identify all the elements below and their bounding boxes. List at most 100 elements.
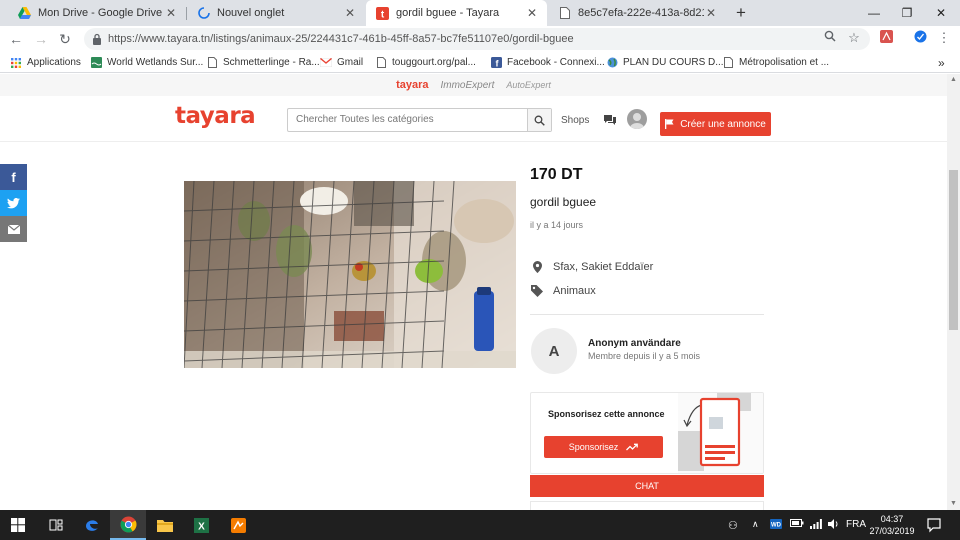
scroll-up-icon[interactable]: ▲: [947, 74, 960, 86]
search-icon: [534, 115, 545, 126]
input-language[interactable]: FRA: [846, 519, 866, 530]
listing-price: 170 DT: [530, 166, 583, 183]
tab-close-icon[interactable]: ✕: [704, 6, 718, 20]
notification-center-icon[interactable]: [926, 517, 942, 533]
excel-icon: X: [193, 517, 209, 533]
scroll-thumb[interactable]: [949, 170, 958, 330]
app-orange-icon: [230, 517, 246, 533]
reload-button[interactable]: ↻: [56, 30, 74, 48]
show-hidden-icons[interactable]: ∧: [752, 519, 759, 530]
bookmark-gmail[interactable]: Gmail: [320, 55, 363, 70]
bookmark-world-wetlands[interactable]: World Wetlands Sur...: [90, 55, 203, 70]
wd-tray-icon[interactable]: WD: [770, 519, 782, 532]
user-avatar[interactable]: [627, 109, 647, 129]
bookmark-facebook[interactable]: f Facebook - Connexi...: [490, 55, 605, 70]
browser-tab-bar: Mon Drive - Google Drive ✕ Nouvel onglet…: [0, 0, 960, 26]
taskbar-edge[interactable]: [74, 510, 110, 540]
tab-close-icon[interactable]: ✕: [343, 6, 357, 20]
sponsor-button[interactable]: Sponsorisez: [544, 436, 663, 458]
tayara-logo[interactable]: tayara: [175, 103, 256, 129]
battery-icon[interactable]: [790, 519, 804, 530]
brand-tayara-link[interactable]: tayara: [396, 79, 428, 91]
page-scrollbar[interactable]: ▲ ▼: [947, 74, 960, 510]
bookmark-star-icon[interactable]: ☆: [846, 30, 862, 46]
search-bar[interactable]: Chercher Toutes les catégories: [287, 108, 552, 132]
listing-date: il y a 14 jours: [530, 220, 584, 230]
messages-icon[interactable]: [603, 114, 617, 126]
share-twitter-button[interactable]: [0, 190, 27, 216]
tab-document[interactable]: 8e5c7efa-222e-413a-8d21-05c8 ✕: [548, 0, 726, 26]
brand-autoexpert-link[interactable]: AutoExpert: [506, 80, 551, 90]
taskbar-excel[interactable]: X: [183, 510, 219, 540]
taskbar-file-explorer[interactable]: [147, 510, 183, 540]
tab-tayara[interactable]: t gordil bguee - Tayara ✕: [366, 0, 547, 26]
bookmark-label: Gmail: [337, 57, 364, 68]
tab-close-icon[interactable]: ✕: [164, 6, 178, 20]
close-window-button[interactable]: ✕: [925, 0, 957, 26]
taskbar-chrome[interactable]: [110, 510, 146, 540]
windows-start-button[interactable]: [0, 510, 36, 540]
share-facebook-button[interactable]: f: [0, 164, 27, 190]
more-bookmarks-button[interactable]: »: [938, 55, 945, 70]
scroll-down-icon[interactable]: ▼: [947, 498, 960, 510]
folder-icon: [157, 519, 173, 532]
volume-icon[interactable]: [828, 519, 840, 532]
bookmark-schmetterlinge[interactable]: Schmetterlinge - Ra...: [206, 55, 320, 70]
chat-button[interactable]: CHAT: [530, 475, 764, 497]
system-clock[interactable]: 04:37 27/03/2019: [864, 513, 920, 537]
apps-grid-icon: [10, 57, 22, 69]
back-button[interactable]: ←: [7, 30, 25, 48]
gmail-icon: [320, 57, 332, 69]
taskbar-app-orange[interactable]: [220, 510, 256, 540]
seller-name[interactable]: Anonym användare: [588, 338, 681, 349]
trending-up-icon: [626, 443, 639, 451]
menu-kebab-icon[interactable]: ⋮: [936, 30, 952, 46]
minimize-button[interactable]: —: [858, 0, 890, 26]
tab-close-icon[interactable]: ✕: [525, 6, 539, 20]
pdf-extension-icon[interactable]: [878, 30, 894, 46]
sponsor-title: Sponsorisez cette annonce: [548, 409, 665, 419]
new-tab-button[interactable]: +: [732, 3, 750, 23]
network-icon[interactable]: [810, 519, 822, 532]
page-icon: [206, 57, 218, 69]
bookmark-label: PLAN DU COURS D...: [623, 57, 724, 68]
page-icon: [722, 57, 734, 69]
search-input[interactable]: Chercher Toutes les catégories: [288, 109, 527, 131]
browser-toolbar: ← → ↻ https://www.tayara.tn/listings/ani…: [0, 26, 960, 52]
shops-link[interactable]: Shops: [561, 115, 589, 126]
tab-new-tab[interactable]: Nouvel onglet ✕: [187, 0, 365, 26]
brand-immoexpert-link[interactable]: ImmoExpert: [440, 80, 494, 91]
bookmark-metropolisation[interactable]: Métropolisation et ...: [722, 55, 829, 70]
chrome-icon: [120, 516, 136, 532]
address-bar[interactable]: https://www.tayara.tn/listings/animaux-2…: [84, 28, 870, 50]
task-view-button[interactable]: [38, 510, 74, 540]
zoom-search-icon[interactable]: [822, 30, 838, 46]
bookmark-label: World Wetlands Sur...: [107, 57, 204, 68]
bookmark-label: Schmetterlinge - Ra...: [223, 57, 320, 68]
location-text: Sfax, Sakiet Eddaïer: [553, 261, 654, 273]
listing-category[interactable]: Animaux: [531, 285, 596, 297]
bookmark-plan-du-cours[interactable]: PLAN DU COURS D...: [606, 55, 724, 70]
page-icon: [375, 57, 387, 69]
task-view-icon: [49, 519, 63, 531]
seller-avatar[interactable]: A: [531, 328, 577, 374]
listing-photo[interactable]: [184, 181, 516, 368]
extension-icon[interactable]: [912, 30, 928, 46]
create-listing-button[interactable]: Créer une annonce: [660, 112, 771, 136]
bookmark-applications[interactable]: Applications: [10, 55, 81, 70]
share-email-button[interactable]: [0, 216, 27, 242]
globe-icon: [606, 57, 618, 69]
edge-icon: [86, 520, 98, 531]
page-icon: [558, 7, 571, 20]
restore-button[interactable]: ❐: [891, 0, 923, 26]
clock-date: 27/03/2019: [869, 526, 915, 536]
tab-google-drive[interactable]: Mon Drive - Google Drive ✕: [8, 0, 186, 26]
url-text: https://www.tayara.tn/listings/animaux-2…: [108, 33, 574, 45]
tab-title: 8e5c7efa-222e-413a-8d21-05c8: [578, 7, 704, 19]
search-button[interactable]: [527, 109, 551, 131]
bookmark-touggourt[interactable]: touggourt.org/pal...: [375, 55, 476, 70]
flag-icon: [665, 119, 674, 129]
forward-button[interactable]: →: [32, 30, 50, 48]
people-icon[interactable]: ⚇: [728, 519, 738, 532]
facebook-icon: f: [490, 57, 502, 69]
